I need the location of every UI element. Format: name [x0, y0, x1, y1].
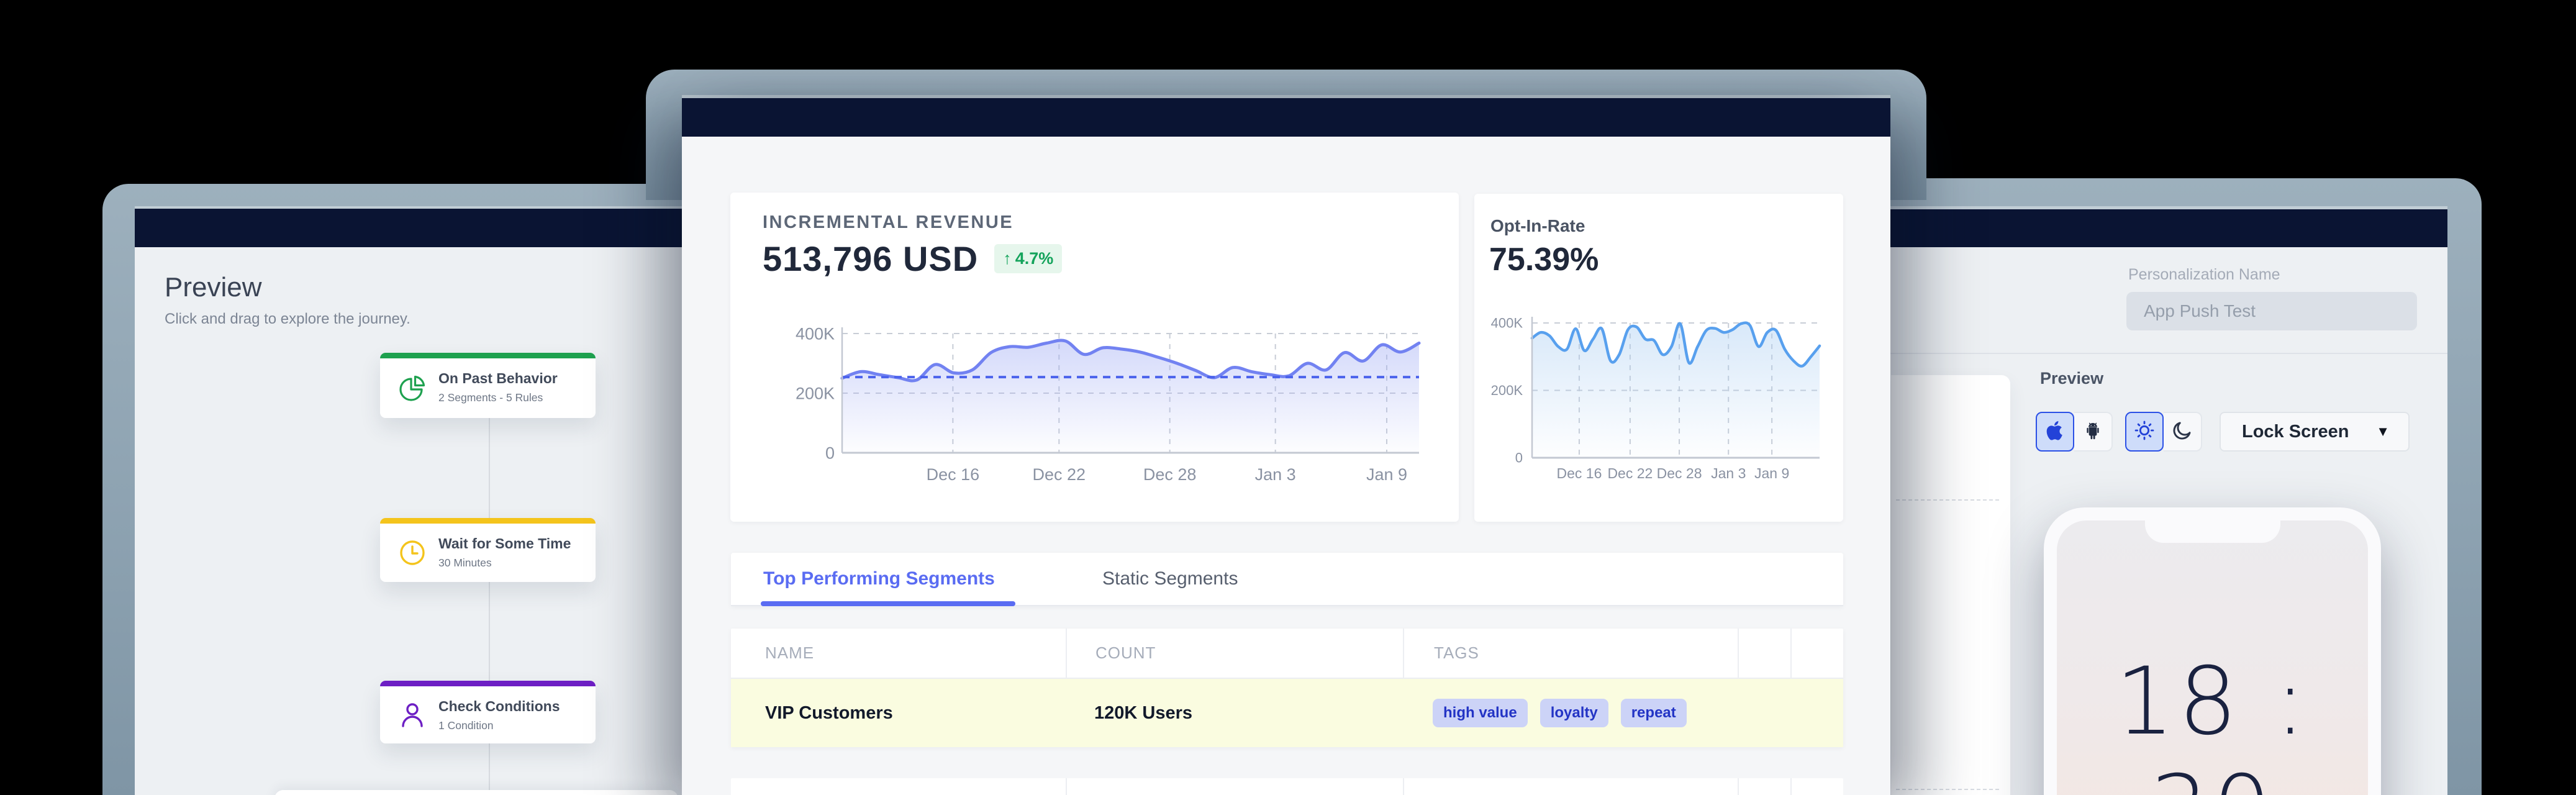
moon-icon [2171, 419, 2193, 445]
segment-name: VIP Customers [765, 703, 893, 724]
svg-text:Dec 22: Dec 22 [1607, 465, 1653, 481]
revenue-card-label: INCREMENTAL REVENUE [763, 212, 1014, 233]
journey-node-check-conditions[interactable]: Check Conditions 1 Condition [380, 681, 596, 743]
incremental-revenue-card: INCREMENTAL REVENUE 513,796 USD ↑ 4.7% 4… [730, 193, 1459, 522]
pie-chart-icon [397, 373, 427, 403]
tag-badge: repeat [1621, 699, 1687, 727]
arrow-up-icon: ↑ [1003, 249, 1012, 268]
sun-icon [2133, 419, 2156, 445]
svg-text:0: 0 [1515, 450, 1523, 466]
revenue-value: 513,796 USD [763, 238, 978, 279]
preview-mode-dropdown[interactable]: Lock Screen ▼ [2220, 412, 2410, 452]
apple-icon [2043, 419, 2067, 445]
journey-preview-title: Preview [165, 272, 262, 303]
optin-card-label: Opt-In-Rate [1490, 216, 1585, 236]
composer-panel [1891, 375, 2010, 795]
node-subtitle: 2 Segments - 5 Rules [438, 391, 543, 404]
personalization-name-label: Personalization Name [2128, 266, 2280, 284]
phone-mockup: 18 : 30 [2044, 507, 2381, 795]
segment-count: 120K Users [1094, 703, 1192, 724]
column-header-count: COUNT [1095, 643, 1156, 663]
svg-text:Dec 22: Dec 22 [1033, 465, 1086, 484]
svg-text:200K: 200K [796, 384, 835, 402]
dashed-separator [1896, 789, 1999, 790]
platform-toggle-group [2036, 412, 2113, 452]
svg-text:Dec 28: Dec 28 [1143, 465, 1197, 484]
journey-node-wait[interactable]: Wait for Some Time 30 Minutes [380, 518, 596, 582]
personalization-name-value: App Push Test [2144, 301, 2256, 321]
journey-node-past-behavior[interactable]: On Past Behavior 2 Segments - 5 Rules [380, 353, 596, 418]
svg-text:Dec 16: Dec 16 [927, 465, 980, 484]
phone-notch [2145, 507, 2280, 543]
tab-top-performing-segments[interactable]: Top Performing Segments [763, 553, 995, 605]
svg-text:Jan 9: Jan 9 [1754, 465, 1789, 481]
segments-tab-bar: Top Performing Segments Static Segments [731, 553, 1843, 606]
revenue-line-chart: 400K 200K 0 Dec 16 Dec 22 Dec 28 Jan 3 Jan 9 [786, 317, 1444, 497]
analytics-window-titlebar [682, 98, 1890, 137]
svg-text:Dec 28: Dec 28 [1657, 465, 1702, 481]
svg-text:Jan 9: Jan 9 [1366, 465, 1407, 484]
node-accent-bar [380, 681, 596, 686]
svg-text:Jan 3: Jan 3 [1711, 465, 1746, 481]
revenue-delta-badge: ↑ 4.7% [994, 244, 1062, 273]
platform-toggle-ios[interactable] [2036, 412, 2074, 452]
marketing-dashboard-composite: Preview Click and drag to explore the jo… [0, 0, 2576, 795]
preview-section-label: Preview [2040, 369, 2103, 388]
revenue-delta-value: 4.7% [1015, 249, 1054, 268]
section-divider [1857, 353, 2447, 354]
svg-text:400K: 400K [1491, 316, 1523, 331]
active-tab-underline [761, 601, 1015, 606]
journey-window-body: Preview Click and drag to explore the jo… [135, 247, 689, 795]
push-window-titlebar [1888, 209, 2447, 247]
optin-line-chart: 400K 200K 0 Dec 16 Dec 22Dec 28 Jan 3 Jan 9 [1487, 302, 1834, 489]
table-header-row: NAME COUNT TAGS [731, 629, 1843, 679]
node-accent-bar [380, 518, 596, 524]
table-row-partial [731, 778, 1843, 795]
segments-table: NAME COUNT TAGS VIP Customers 120K Users… [731, 629, 1843, 747]
column-header-empty [1790, 629, 1842, 678]
svg-text:Jan 3: Jan 3 [1255, 465, 1296, 484]
node-subtitle: 1 Condition [438, 719, 494, 732]
phone-lock-screen: 18 : 30 [2057, 520, 2368, 795]
chevron-down-icon: ▼ [2376, 424, 2408, 440]
node-title: On Past Behavior [438, 370, 558, 387]
person-icon [397, 700, 427, 730]
journey-window-titlebar [135, 209, 689, 247]
theme-toggle-dark[interactable] [2164, 412, 2202, 452]
svg-text:0: 0 [825, 443, 835, 462]
theme-toggle-light[interactable] [2125, 412, 2164, 452]
table-row-vip-customers[interactable]: VIP Customers 120K Users high value loya… [731, 679, 1843, 747]
dashed-separator [1896, 499, 1999, 501]
segment-tags: high value loyalty repeat [1433, 699, 1687, 727]
svg-text:400K: 400K [796, 324, 835, 343]
personalization-name-input[interactable]: App Push Test [2126, 292, 2417, 330]
push-window-body: Personalization Name App Push Test Previ… [1857, 247, 2447, 795]
clock-icon [397, 538, 427, 568]
svg-text:200K: 200K [1491, 383, 1523, 398]
node-title: Wait for Some Time [438, 535, 571, 552]
column-header-empty [1738, 629, 1790, 678]
optin-value: 75.39% [1489, 241, 1599, 278]
column-header-name: NAME [765, 643, 814, 663]
analytics-window-body: INCREMENTAL REVENUE 513,796 USD ↑ 4.7% 4… [682, 137, 1890, 795]
column-header-tags: TAGS [1434, 643, 1479, 663]
phone-clock: 18 : 30 [2057, 648, 2368, 795]
tag-badge: high value [1433, 699, 1528, 727]
theme-toggle-group [2125, 412, 2202, 452]
tag-badge: loyalty [1540, 699, 1608, 727]
platform-toggle-android[interactable] [2074, 412, 2113, 452]
journey-preview-subtitle: Click and drag to explore the journey. [165, 311, 410, 328]
analytics-window: INCREMENTAL REVENUE 513,796 USD ↑ 4.7% 4… [682, 98, 1890, 795]
android-icon [2082, 420, 2103, 444]
svg-text:Dec 16: Dec 16 [1556, 465, 1602, 481]
node-accent-bar [380, 353, 596, 358]
node-subtitle: 30 Minutes [438, 556, 492, 570]
node-title: Check Conditions [438, 698, 560, 715]
opt-in-rate-card: Opt-In-Rate 75.39% 400K 200K 0 Dec 16 Dec 22… [1474, 194, 1843, 522]
tab-static-segments[interactable]: Static Segments [1102, 553, 1238, 605]
dropdown-selected-value: Lock Screen [2221, 422, 2376, 442]
journey-bottom-panel [274, 790, 678, 795]
